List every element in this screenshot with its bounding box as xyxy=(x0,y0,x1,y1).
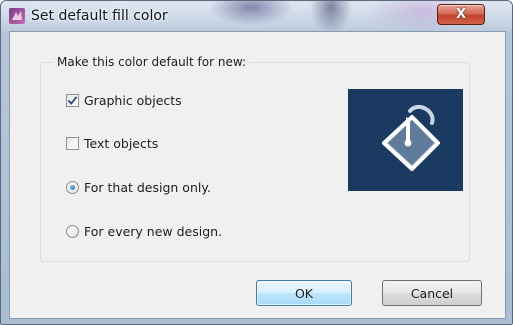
color-preview xyxy=(348,89,463,191)
text-objects-option[interactable]: Text objects xyxy=(66,135,158,151)
every-new-design-option[interactable]: For every new design. xyxy=(66,223,222,239)
cancel-button[interactable]: Cancel xyxy=(382,280,482,306)
group-caption: Make this color default for new: xyxy=(54,55,250,69)
close-button[interactable]: X xyxy=(437,4,485,25)
graphic-objects-option[interactable]: Graphic objects xyxy=(66,92,182,108)
close-icon: X xyxy=(455,7,467,22)
graphic-objects-label: Graphic objects xyxy=(84,92,182,108)
dialog-content: Make this color default for new: Graphic… xyxy=(9,31,506,319)
radio-selected-dot xyxy=(70,184,75,190)
checkmark-icon xyxy=(67,95,78,105)
every-new-design-radio[interactable] xyxy=(66,224,79,238)
text-objects-label: Text objects xyxy=(84,135,159,151)
text-objects-checkbox[interactable] xyxy=(66,136,79,150)
app-icon xyxy=(9,8,25,24)
every-new-design-label: For every new design. xyxy=(84,223,223,239)
ok-button[interactable]: OK xyxy=(256,280,352,306)
title-bar[interactable]: Set default fill color X xyxy=(1,1,512,31)
that-design-only-label: For that design only. xyxy=(84,179,211,195)
graphic-objects-checkbox[interactable] xyxy=(66,93,79,107)
that-design-only-radio[interactable] xyxy=(66,180,79,194)
dialog-window: Set default fill color X Make this color… xyxy=(0,0,513,325)
that-design-only-option[interactable]: For that design only. xyxy=(66,179,211,195)
window-title: Set default fill color xyxy=(31,8,168,24)
paint-bucket-icon xyxy=(382,104,440,171)
